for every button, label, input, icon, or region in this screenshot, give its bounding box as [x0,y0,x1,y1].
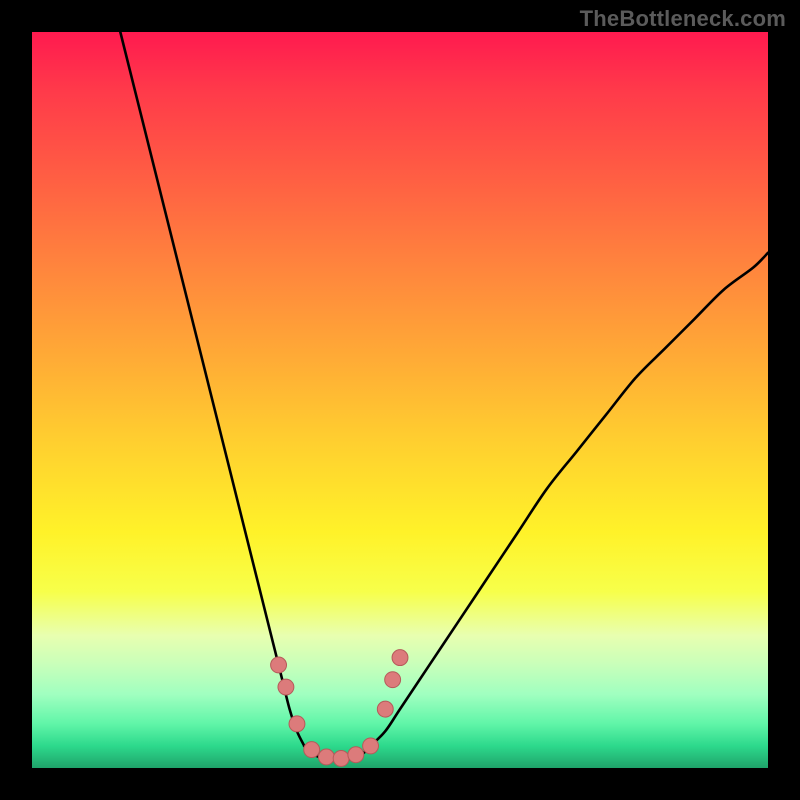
valley-marker [333,750,349,766]
valley-marker [318,749,334,765]
marker-layer [271,650,408,767]
valley-marker [348,747,364,763]
curve-layer [120,32,768,760]
valley-marker [289,716,305,732]
valley-marker [278,679,294,695]
valley-marker [271,657,287,673]
valley-marker [377,701,393,717]
valley-marker [304,742,320,758]
chart-svg [32,32,768,768]
outer-frame: TheBottleneck.com [0,0,800,800]
bottleneck-curve [120,32,768,760]
valley-marker [392,650,408,666]
valley-marker [363,738,379,754]
watermark-text: TheBottleneck.com [580,6,786,32]
valley-marker [385,672,401,688]
